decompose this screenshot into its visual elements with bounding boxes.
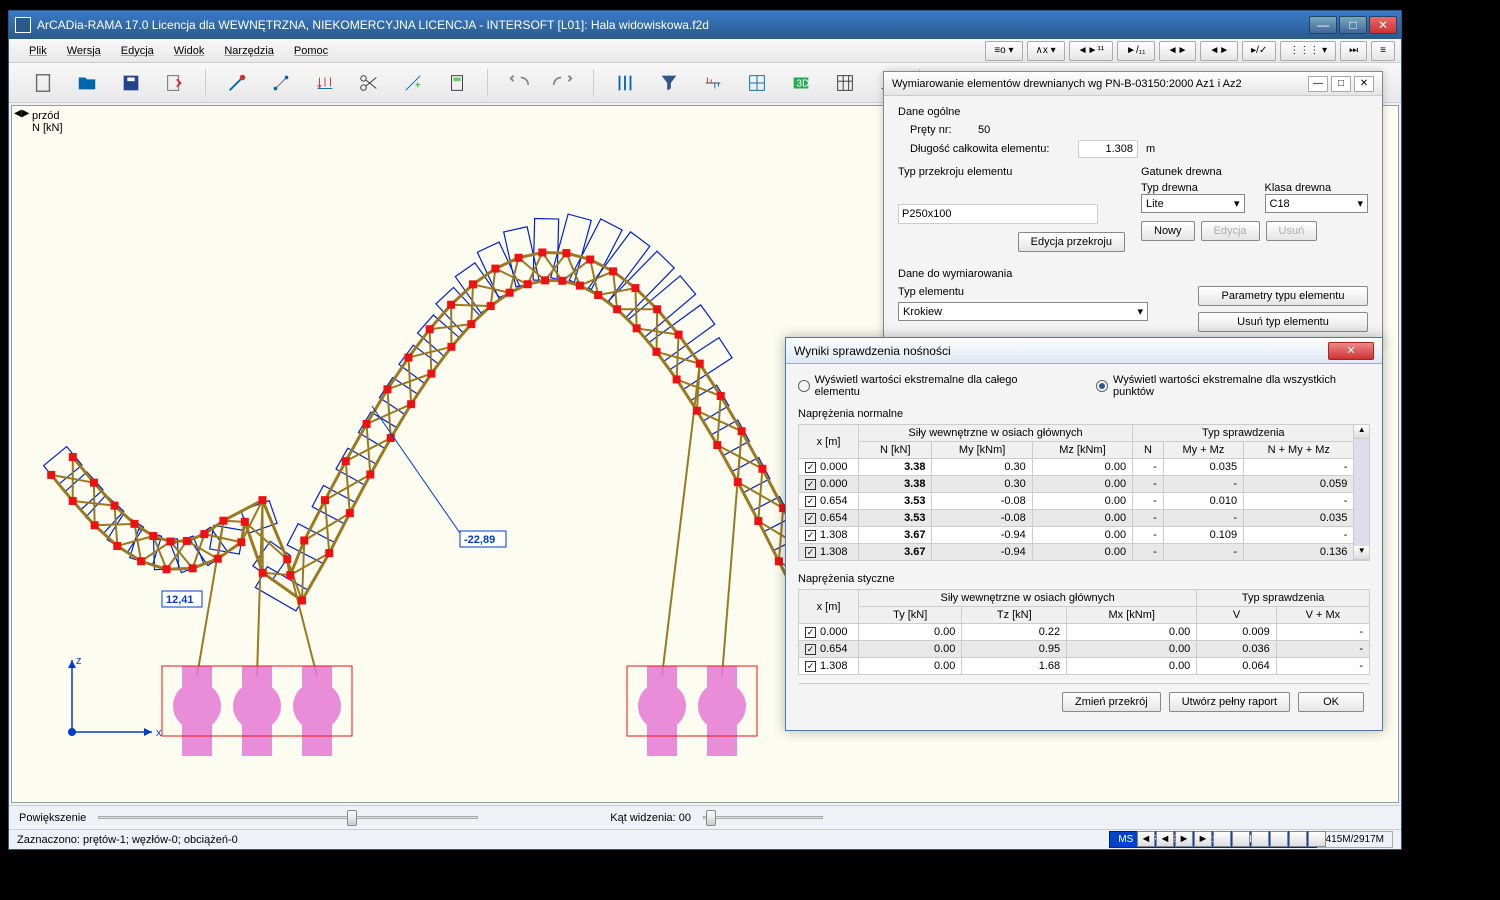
svg-text:z: z — [76, 655, 82, 667]
3d-icon[interactable]: 3D — [787, 69, 815, 97]
radio-whole-element[interactable]: Wyświetl wartości ekstremalne dla całego… — [798, 374, 1056, 398]
panel1-close-icon[interactable]: ✕ — [1354, 76, 1374, 92]
length-value: 1.308 — [1078, 140, 1138, 158]
calculator-icon[interactable] — [443, 69, 471, 97]
open-file-icon[interactable] — [73, 69, 101, 97]
svg-text:3D: 3D — [796, 78, 809, 89]
new-button[interactable]: Nowy — [1141, 221, 1195, 241]
dimension-icon[interactable]: + — [399, 69, 427, 97]
menubar-btn-0[interactable]: ≡o ▾ — [985, 41, 1022, 61]
wood-class-select[interactable]: C18▾ — [1265, 194, 1369, 213]
scissors-icon[interactable] — [355, 69, 383, 97]
minimize-button[interactable]: — — [1309, 16, 1337, 34]
dimensioning-panel: Wymiarowanie elementów drewnianych wg PN… — [883, 71, 1383, 347]
bars-label: Pręty nr: — [910, 124, 970, 136]
section-type-label: Typ przekroju elementu — [898, 166, 1125, 178]
wood-type-label: Typ drewna — [1141, 182, 1245, 194]
viewport-label: przód N [kN] — [32, 110, 63, 134]
delete-button[interactable]: Usuń — [1266, 221, 1318, 241]
group-dim-data: Dane do wymiarowania — [898, 268, 1368, 280]
loads-icon[interactable] — [311, 69, 339, 97]
filter-icon[interactable] — [655, 69, 683, 97]
section-name-field[interactable]: P250x100 — [898, 204, 1098, 224]
save-icon[interactable] — [117, 69, 145, 97]
menubar-btn-5[interactable]: ◄► — [1200, 41, 1238, 61]
wood-class-label: Klasa drewna — [1265, 182, 1369, 194]
menubar-btn-3[interactable]: ►/₁₁ — [1117, 41, 1154, 61]
axis-indicator: x z — [52, 652, 162, 762]
menubar-btn-1[interactable]: ∧x ▾ — [1027, 41, 1065, 61]
bars-value: 50 — [978, 124, 990, 136]
status-text: Zaznaczono: prętów-1; węzłów-0; obciążeń… — [17, 834, 238, 846]
change-section-button[interactable]: Zmień przekrój — [1062, 692, 1161, 712]
app-icon — [15, 17, 31, 33]
nodes-icon[interactable] — [267, 69, 295, 97]
full-report-button[interactable]: Utwórz pełny raport — [1169, 692, 1290, 712]
new-file-icon[interactable] — [29, 69, 57, 97]
group-general: Dane ogólne — [898, 106, 1368, 118]
table1-scrollbar[interactable]: ▲▼ — [1354, 424, 1370, 561]
undo-icon[interactable] — [505, 69, 533, 97]
titlebar: ArCADia-RAMA 17.0 Licencja dla WEWNĘTRZN… — [9, 11, 1401, 39]
forces-icon[interactable] — [699, 69, 727, 97]
shear-stress-label: Naprężenia styczne — [798, 573, 1370, 585]
panel1-title: Wymiarowanie elementów drewnianych wg PN… — [892, 78, 1305, 90]
angle-slider[interactable] — [703, 816, 823, 819]
element-type-label: Typ elementu — [898, 286, 1190, 298]
menu-edycja[interactable]: Edycja — [111, 42, 164, 60]
columns-icon[interactable] — [611, 69, 639, 97]
svg-text:x: x — [156, 727, 162, 739]
menu-narzedzia[interactable]: Narzędzia — [214, 42, 284, 60]
normal-stress-label: Naprężenia normalne — [798, 408, 1370, 420]
edit-section-button[interactable]: Edycja przekroju — [1018, 232, 1125, 252]
edit-button[interactable]: Edycja — [1201, 221, 1260, 241]
menu-widok[interactable]: Widok — [164, 42, 215, 60]
panel1-max-icon[interactable]: □ — [1331, 76, 1351, 92]
menubar-btn-2[interactable]: ◄►¹¹ — [1069, 41, 1113, 61]
params-button[interactable]: Parametry typu elementu — [1198, 286, 1368, 306]
svg-text:12,41: 12,41 — [166, 594, 194, 606]
redo-icon[interactable] — [549, 69, 577, 97]
menubar-btn-6[interactable]: ▸/✓ — [1242, 41, 1276, 61]
shear-stress-table: x [m] Siły wewnętrzne w osiach głównych … — [798, 589, 1370, 675]
length-unit: m — [1146, 143, 1155, 155]
menubar: Plik Wersja Edycja Widok Narzędzia Pomoc… — [9, 39, 1401, 63]
svg-text:+: + — [415, 80, 421, 91]
menubar-btn-8[interactable]: ⏭ — [1340, 41, 1367, 61]
menubar-btn-9[interactable]: ≡ — [1371, 41, 1395, 61]
results-panel: Wyniki sprawdzenia nośności ✕ Wyświetl w… — [785, 337, 1383, 731]
radio-all-points[interactable]: Wyświetl wartości ekstremalne dla wszyst… — [1096, 374, 1370, 398]
svg-text:-22,89: -22,89 — [464, 534, 495, 546]
panel2-title: Wyniki sprawdzenia nośności — [794, 344, 1328, 358]
element-type-select[interactable]: Krokiew▾ — [898, 302, 1148, 321]
menu-pomoc[interactable]: Pomoc — [284, 42, 338, 60]
menubar-btn-7[interactable]: ⋮⋮⋮ ▾ — [1280, 41, 1336, 61]
ok-button[interactable]: OK — [1298, 692, 1364, 712]
export-icon[interactable] — [161, 69, 189, 97]
edit-bar-icon[interactable] — [223, 69, 251, 97]
window-title: ArCADia-RAMA 17.0 Licencja dla WEWNĘTRZN… — [37, 18, 1309, 32]
angle-label: Kąt widzenia: 00 — [610, 812, 691, 824]
wood-grade-label: Gatunek drewna — [1141, 166, 1368, 178]
menu-plik[interactable]: Plik — [19, 42, 57, 60]
panel1-min-icon[interactable]: — — [1308, 76, 1328, 92]
h-scrollbar[interactable]: ◄◄►► — [1137, 831, 1397, 849]
zoom-slider[interactable] — [98, 816, 478, 819]
close-button[interactable]: ✕ — [1369, 16, 1397, 34]
maximize-button[interactable]: □ — [1339, 16, 1367, 34]
menu-wersja[interactable]: Wersja — [57, 42, 111, 60]
menubar-btn-4[interactable]: ◄► — [1159, 41, 1197, 61]
wood-type-select[interactable]: Lite▾ — [1141, 194, 1245, 213]
normal-stress-table: x [m] Siły wewnętrzne w osiach głównych … — [798, 424, 1354, 561]
grid-icon[interactable] — [831, 69, 859, 97]
length-label: Długość całkowita elementu: — [910, 143, 1070, 155]
delete-type-button[interactable]: Usuń typ elementu — [1198, 312, 1368, 332]
panel2-close-button[interactable]: ✕ — [1328, 342, 1374, 360]
sections-icon[interactable] — [743, 69, 771, 97]
zoom-label: Powiększenie — [19, 812, 86, 824]
